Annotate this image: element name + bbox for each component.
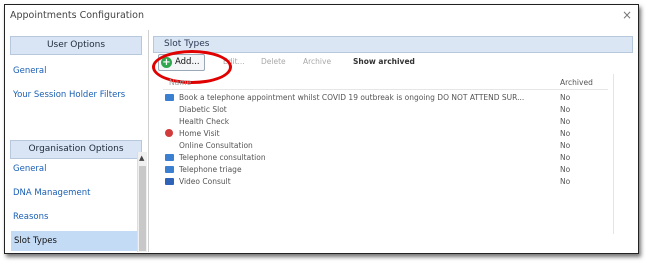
sidebar-item-user-general[interactable]: General xyxy=(13,66,47,76)
row-name: Telephone triage xyxy=(179,165,242,174)
column-name[interactable]: Name xyxy=(169,78,191,87)
video-icon xyxy=(165,178,174,185)
sidebar-item-session-holder-filters[interactable]: Your Session Holder Filters xyxy=(13,90,125,100)
appointments-config-window: Appointments Configuration × User Option… xyxy=(4,4,639,254)
org-options-header[interactable]: Organisation Options xyxy=(10,140,142,159)
table-row[interactable]: Health Check No xyxy=(163,116,608,128)
archive-button[interactable]: Archive xyxy=(303,57,331,66)
slot-types-header: Slot Types xyxy=(153,36,633,53)
table-row[interactable]: Online Consultation No xyxy=(163,140,608,152)
table-row[interactable]: Telephone consultation No xyxy=(163,152,608,164)
slot-types-title: Slot Types xyxy=(164,39,210,49)
sidebar-item-org-general[interactable]: General xyxy=(13,164,47,174)
row-archived: No xyxy=(560,129,571,138)
title-bar: Appointments Configuration × xyxy=(5,5,638,27)
user-options-header[interactable]: User Options xyxy=(10,36,142,55)
delete-button[interactable]: Delete xyxy=(261,57,286,66)
row-name: Book a telephone appointment whilst COVI… xyxy=(179,93,525,102)
phone-icon xyxy=(165,166,174,173)
row-name: Telephone consultation xyxy=(179,153,266,162)
row-archived: No xyxy=(560,93,571,102)
grid-right-border xyxy=(613,74,614,234)
phone-icon xyxy=(165,94,174,101)
show-archived-button[interactable]: Show archived xyxy=(353,57,415,66)
sidebar-scrollbar[interactable]: ▲ xyxy=(137,152,147,252)
window-title: Appointments Configuration xyxy=(10,10,144,21)
sidebar-item-reasons[interactable]: Reasons xyxy=(13,212,48,222)
sidebar-item-dna-management[interactable]: DNA Management xyxy=(13,188,90,198)
sidebar-item-slot-types[interactable]: Slot Types xyxy=(11,231,139,251)
home-visit-icon xyxy=(165,129,173,137)
row-name: Diabetic Slot xyxy=(179,105,227,114)
column-archived[interactable]: Archived xyxy=(560,78,593,87)
close-icon[interactable]: × xyxy=(622,8,632,22)
table-row[interactable]: Diabetic Slot No xyxy=(163,104,608,116)
row-name: Video Consult xyxy=(179,177,231,186)
row-name: Home Visit xyxy=(179,129,220,138)
scroll-thumb[interactable] xyxy=(139,166,146,251)
slot-types-panel: Slot Types + Add... Edit... Delete Archi… xyxy=(152,36,633,253)
table-row[interactable]: Video Consult No xyxy=(163,176,608,188)
row-archived: No xyxy=(560,105,571,114)
row-archived: No xyxy=(560,141,571,150)
table-row[interactable]: Book a telephone appointment whilst COVI… xyxy=(163,92,608,104)
table-row[interactable]: Telephone triage No xyxy=(163,164,608,176)
table-row[interactable]: Home Visit No xyxy=(163,128,608,140)
row-archived: No xyxy=(560,165,571,174)
row-name: Health Check xyxy=(179,117,230,126)
scroll-up-icon[interactable]: ▲ xyxy=(139,154,144,162)
row-name: Online Consultation xyxy=(179,141,253,150)
phone-icon xyxy=(165,154,174,161)
row-archived: No xyxy=(560,177,571,186)
panel-divider xyxy=(148,30,149,252)
row-archived: No xyxy=(560,117,571,126)
row-archived: No xyxy=(560,153,571,162)
options-sidebar: User Options General Your Session Holder… xyxy=(10,36,143,253)
slot-types-grid-header: Name Archived xyxy=(163,78,608,90)
